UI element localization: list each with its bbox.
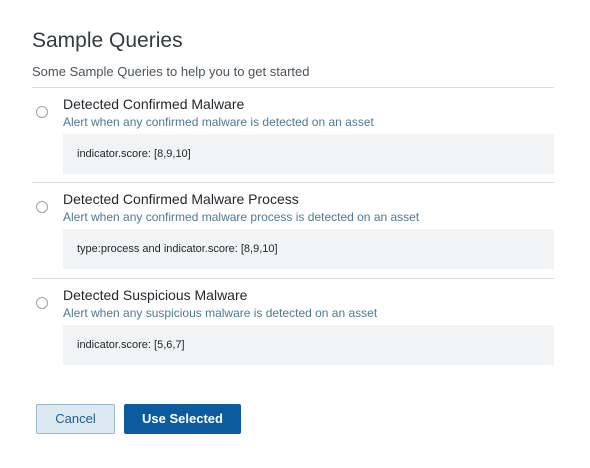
cancel-button[interactable]: Cancel <box>36 404 115 434</box>
radio-button[interactable] <box>36 297 48 309</box>
query-code: type:process and indicator.score: [8,9,1… <box>63 229 554 269</box>
sample-queries-dialog: Sample Queries Some Sample Queries to he… <box>0 0 590 468</box>
dialog-title: Sample Queries <box>32 29 183 52</box>
query-description: Alert when any confirmed malware is dete… <box>63 115 374 129</box>
use-selected-button[interactable]: Use Selected <box>124 404 241 434</box>
query-code: indicator.score: [5,6,7] <box>63 325 554 365</box>
query-title: Detected Confirmed Malware Process <box>63 191 299 207</box>
radio-button[interactable] <box>36 201 48 213</box>
query-code: indicator.score: [8,9,10] <box>63 134 554 174</box>
query-option-confirmed-malware[interactable]: Detected Confirmed Malware Alert when an… <box>32 88 554 182</box>
query-description: Alert when any confirmed malware process… <box>63 210 420 224</box>
query-title: Detected Suspicious Malware <box>63 287 248 303</box>
query-title: Detected Confirmed Malware <box>63 96 245 112</box>
query-description: Alert when any suspicious malware is det… <box>63 306 378 320</box>
radio-button[interactable] <box>36 106 48 118</box>
query-option-suspicious-malware[interactable]: Detected Suspicious Malware Alert when a… <box>32 279 554 369</box>
query-option-confirmed-malware-process[interactable]: Detected Confirmed Malware Process Alert… <box>32 183 554 278</box>
dialog-subtitle: Some Sample Queries to help you to get s… <box>32 64 310 79</box>
